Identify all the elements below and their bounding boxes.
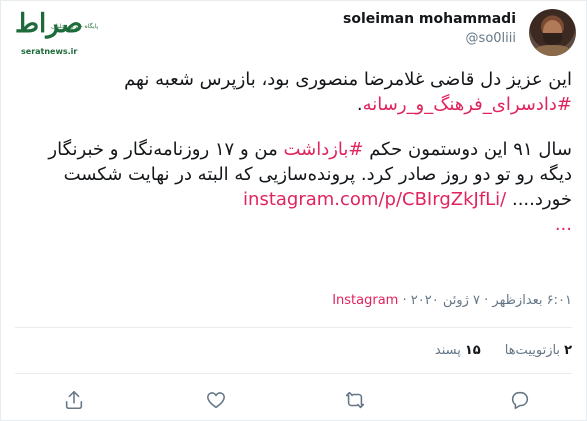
retweet-icon[interactable] xyxy=(344,389,368,413)
reply-icon[interactable] xyxy=(509,389,533,413)
tweet-text: این عزیز دل قاضی غلامرضا منصوری بود، باز… xyxy=(13,67,572,237)
tweet-meta: ۶:۰۱ بعدازظهر · ۷ ژوئن ۲۰۲۰ · Instagram xyxy=(332,293,572,308)
tweet-text-part: این عزیز دل قاضی غلامرضا منصوری بود، باز… xyxy=(124,69,572,90)
author-handle[interactable]: @so0liii xyxy=(466,31,516,46)
watermark-tagline: پایگاه خبری تحلیلی xyxy=(51,23,99,30)
watermark-logo: صراط پایگاه خبری تحلیلی seratnews.ir xyxy=(11,9,101,56)
retweets-label: بازتوییت‌ها xyxy=(504,343,561,358)
tweet-stats: ۲بازتوییت‌ها ۱۵پسند xyxy=(435,343,572,358)
tweet-timestamp[interactable]: ۶:۰۱ بعدازظهر · ۷ ژوئن ۲۰۲۰ · xyxy=(398,293,572,308)
likes-stat[interactable]: ۱۵پسند xyxy=(435,343,481,358)
share-icon[interactable] xyxy=(63,389,87,413)
retweets-stat[interactable]: ۲بازتوییت‌ها xyxy=(505,343,572,358)
avatar[interactable] xyxy=(529,9,576,56)
hashtag-link[interactable]: #دادسرای_فرهنگ_و_رسانه xyxy=(363,94,572,115)
tweet-card: صراط پایگاه خبری تحلیلی seratnews.ir sol… xyxy=(0,0,587,421)
divider xyxy=(15,373,572,374)
like-icon[interactable] xyxy=(205,389,229,413)
tweet-paragraph-1: این عزیز دل قاضی غلامرضا منصوری بود، باز… xyxy=(13,67,572,117)
retweets-count: ۲ xyxy=(564,343,572,358)
tweet-paragraph-2: سال ۹۱ این دوستمون حکم #بازداشت من و ۱۷ … xyxy=(13,137,572,237)
divider xyxy=(15,327,572,328)
hashtag-link[interactable]: #بازداشت xyxy=(283,139,363,160)
tweet-source[interactable]: Instagram xyxy=(332,293,398,308)
likes-count: ۱۵ xyxy=(464,343,481,358)
watermark-url: seratnews.ir xyxy=(21,47,78,56)
likes-label: پسند xyxy=(434,343,461,358)
instagram-link[interactable]: instagram.com/p/CBIrgZkJfLi/ xyxy=(243,189,506,210)
tweet-text-part: سال ۹۱ این دوستمون حکم xyxy=(363,139,572,160)
author-name[interactable]: soleiman mohammadi xyxy=(343,11,516,27)
more-link[interactable]: ... xyxy=(555,214,572,235)
tweet-actions xyxy=(1,389,587,413)
